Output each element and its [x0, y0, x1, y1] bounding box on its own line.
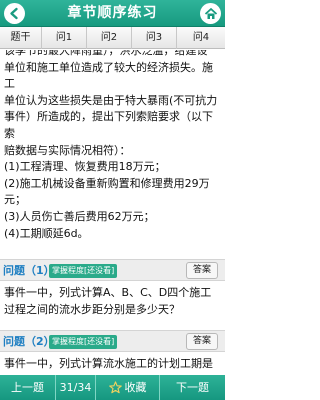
question-text: 事件一中，列式计算流水施工的计划工期是	[4, 357, 213, 370]
favorite-button[interactable]: 收藏	[96, 375, 160, 400]
case-line: (1)工程清理、恢复费用18万元；	[4, 160, 166, 174]
case-line: 事件）所造成的，提出下列索赔要求（以下	[4, 110, 213, 124]
back-button[interactable]	[4, 3, 25, 24]
back-arrow-icon	[10, 7, 18, 20]
home-button[interactable]	[200, 3, 221, 24]
favorite-label: 收藏	[124, 381, 147, 394]
tab-question-2[interactable]: 问2	[87, 27, 132, 49]
content-scroll-area[interactable]: 该季节的最大降雨量），洪水泛滥，给建设 单位和施工单位造成了较大的经济损失。施 …	[0, 50, 225, 375]
case-line: (4)工期顺延6d。	[4, 226, 89, 240]
case-line: (2)施工机械设备重新购置和修理费用29万	[4, 176, 210, 190]
case-line: (3)人员伤亡善后费用62万元；	[4, 209, 155, 223]
tab-question-4[interactable]: 问4	[177, 27, 225, 49]
page-indicator: 31/34	[56, 375, 96, 400]
case-line: 单位认为这些损失是由于特大暴雨(不可抗力	[4, 93, 218, 107]
prev-question-button[interactable]: 上一题	[0, 375, 56, 400]
question-item-2: 问题（2） 掌握程度[还没看] 答案 事件一中，列式计算流水施工的计划工期是	[0, 330, 225, 372]
page-title: 章节顺序练习	[67, 5, 158, 21]
bottom-nav-bar: 上一题 31/34 收藏 下一题	[0, 375, 225, 400]
title-bar: 章节顺序练习	[0, 0, 225, 27]
question-label: 问题（2）	[3, 335, 55, 348]
case-line: 单位和施工单位造成了较大的经济损失。施	[4, 60, 213, 74]
case-line: 元；	[4, 193, 26, 207]
case-line: 索	[4, 126, 15, 140]
case-text: 该季节的最大降雨量），洪水泛滥，给建设 单位和施工单位造成了较大的经济损失。施 …	[0, 50, 225, 242]
tab-question-1[interactable]: 问1	[42, 27, 87, 49]
next-question-button[interactable]: 下一题	[160, 375, 225, 400]
case-line: 该季节的最大降雨量），洪水泛滥，给建设	[4, 50, 208, 57]
question-header: 问题（2） 掌握程度[还没看] 答案	[0, 330, 225, 352]
answer-button[interactable]: 答案	[186, 262, 218, 279]
question-item-1: 问题（1） 掌握程度[还没看] 答案 事件一中，列式计算A、B、C、D四个施工过…	[0, 259, 225, 318]
question-text: 事件一中，列式计算A、B、C、D四个施工过程之间的流水步距分别是多少天？	[4, 286, 212, 316]
mastery-badge[interactable]: 掌握程度[还没看]	[49, 264, 118, 278]
question-tab-bar: 题干 问1 问2 问3 问4	[0, 27, 225, 49]
case-line: 工	[4, 77, 15, 91]
star-outline-icon	[108, 381, 122, 394]
answer-button[interactable]: 答案	[186, 333, 218, 350]
mastery-badge[interactable]: 掌握程度[还没看]	[49, 335, 118, 349]
case-line: 赔数据与实际情况相符）：	[4, 143, 131, 157]
tab-stem[interactable]: 题干	[0, 27, 42, 49]
tab-question-3[interactable]: 问3	[132, 27, 177, 49]
home-icon	[204, 7, 217, 19]
question-header: 问题（1） 掌握程度[还没看] 答案	[0, 259, 225, 281]
question-label: 问题（1）	[3, 264, 55, 277]
